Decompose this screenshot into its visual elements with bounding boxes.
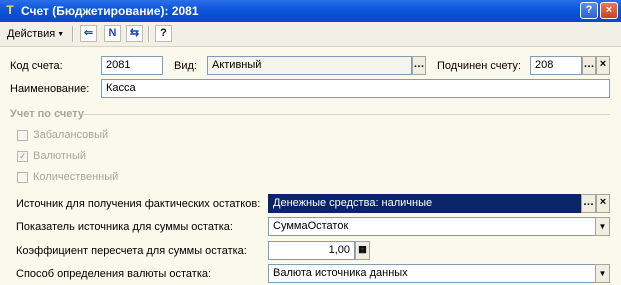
accounting-section-title: Учет по счету bbox=[10, 108, 85, 120]
source-clear-button[interactable]: × bbox=[596, 194, 610, 213]
structure-icon[interactable]: N bbox=[104, 25, 121, 42]
source-field[interactable]: Денежные средства: наличные bbox=[268, 194, 581, 213]
dropdown-arrow-icon: ▼ bbox=[57, 31, 65, 38]
help-window-button[interactable]: ? bbox=[580, 2, 598, 19]
offbalance-checkbox[interactable] bbox=[17, 130, 28, 141]
calculator-icon[interactable]: ▦ bbox=[355, 241, 370, 260]
indicator-label: Показатель источника для суммы остатка: bbox=[16, 221, 233, 233]
coefficient-field[interactable]: 1,00 bbox=[268, 241, 355, 260]
coefficient-label: Коэффициент пересчета для суммы остатка: bbox=[16, 245, 247, 257]
quantity-label: Количественный bbox=[33, 171, 119, 183]
close-window-button[interactable]: × bbox=[600, 2, 618, 19]
toolbar-separator bbox=[148, 26, 150, 42]
window-title: Счет (Бюджетирование): 2081 bbox=[21, 4, 199, 18]
title-bar: Т Счет (Бюджетирование): 2081 ? × bbox=[0, 0, 621, 22]
currency-method-select[interactable]: Валюта источника данных bbox=[268, 264, 596, 283]
help-icon[interactable]: ? bbox=[155, 25, 172, 42]
toolbar: Действия ▼ ⇐ N ⇆ ? bbox=[0, 22, 621, 47]
parent-label: Подчинен счету: bbox=[437, 60, 521, 72]
code-field[interactable]: 2081 bbox=[101, 56, 163, 75]
currency-checkbox[interactable]: ✓ bbox=[17, 151, 28, 162]
currency-method-dropdown-icon[interactable]: ▼ bbox=[595, 264, 610, 283]
actions-menu[interactable]: Действия ▼ bbox=[3, 25, 68, 43]
name-field[interactable]: Касса bbox=[101, 79, 610, 98]
source-label: Источник для получения фактических остат… bbox=[16, 198, 261, 210]
code-label: Код счета: bbox=[10, 60, 63, 72]
offbalance-label: Забалансовый bbox=[33, 129, 109, 141]
actions-label: Действия bbox=[7, 28, 56, 40]
indicator-select[interactable]: СуммаОстаток bbox=[268, 217, 596, 236]
kind-select-button[interactable]: … bbox=[412, 56, 426, 75]
app-icon: Т bbox=[6, 3, 14, 17]
parent-select-button[interactable]: … bbox=[582, 56, 596, 75]
help-glyph: ? bbox=[160, 27, 167, 39]
currency-label: Валютный bbox=[33, 150, 87, 162]
kind-field[interactable]: Активный bbox=[207, 56, 412, 75]
currency-method-label: Способ определения валюты остатка: bbox=[16, 268, 212, 280]
parent-field[interactable]: 208 bbox=[530, 56, 582, 75]
parent-clear-button[interactable]: × bbox=[596, 56, 610, 75]
source-select-button[interactable]: … bbox=[581, 194, 596, 213]
name-label: Наименование: bbox=[10, 83, 90, 95]
back-icon[interactable]: ⇐ bbox=[80, 25, 97, 42]
switch-icon[interactable]: ⇆ bbox=[126, 25, 143, 42]
section-divider bbox=[82, 114, 610, 115]
indicator-dropdown-icon[interactable]: ▼ bbox=[595, 217, 610, 236]
toolbar-separator bbox=[72, 26, 74, 42]
kind-label: Вид: bbox=[174, 60, 197, 72]
quantity-checkbox[interactable] bbox=[17, 172, 28, 183]
